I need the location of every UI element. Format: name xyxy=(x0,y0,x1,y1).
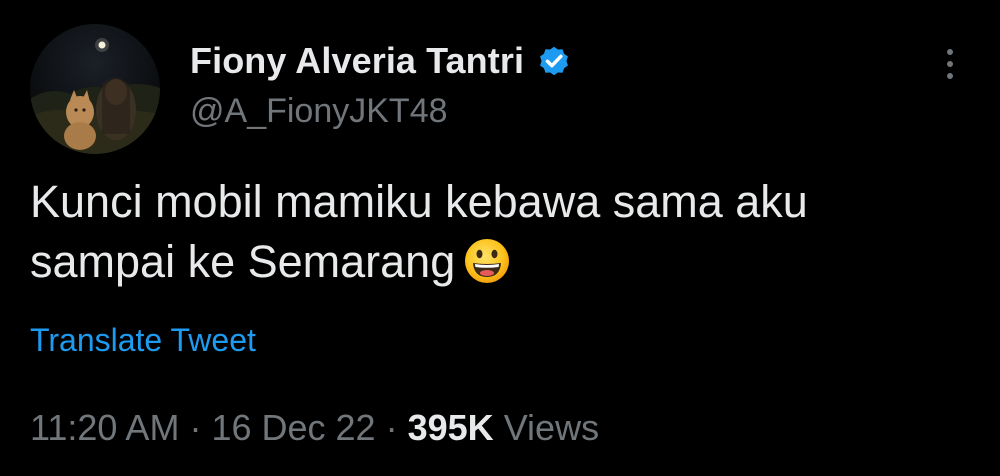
more-options-icon[interactable] xyxy=(934,44,966,84)
avatar[interactable] xyxy=(30,24,160,154)
views-label[interactable]: Views xyxy=(504,407,599,448)
meta-separator: · xyxy=(189,407,202,448)
views-count[interactable]: 395K xyxy=(408,407,494,448)
verified-badge-icon xyxy=(536,43,572,79)
tweet-date[interactable]: 16 Dec 22 xyxy=(211,407,375,448)
tweet-text-line-2-wrapper: sampai ke Semarang xyxy=(30,232,970,292)
more-dot xyxy=(947,61,953,67)
tweet-text-line-2: sampai ke Semarang xyxy=(30,236,456,287)
display-name[interactable]: Fiony Alveria Tantri xyxy=(190,40,524,82)
tweet-text: Kunci mobil mamiku kebawa sama aku sampa… xyxy=(30,172,970,292)
tweet-card: Fiony Alveria Tantri @A_FionyJKT48 Kunci… xyxy=(0,0,1000,476)
meta-separator: · xyxy=(385,407,398,448)
more-dot xyxy=(947,73,953,79)
tweet-meta: 11:20 AM · 16 Dec 22 · 395K Views xyxy=(30,407,599,449)
avatar-image xyxy=(30,38,160,154)
tweet-text-line-1: Kunci mobil mamiku kebawa sama aku xyxy=(30,176,808,227)
grinning-face-emoji xyxy=(463,237,511,285)
tweet-time[interactable]: 11:20 AM xyxy=(30,407,179,448)
translate-tweet-link[interactable]: Translate Tweet xyxy=(30,322,256,359)
author-row: Fiony Alveria Tantri xyxy=(190,38,572,84)
author-handle[interactable]: @A_FionyJKT48 xyxy=(190,92,448,131)
more-dot xyxy=(947,49,953,55)
